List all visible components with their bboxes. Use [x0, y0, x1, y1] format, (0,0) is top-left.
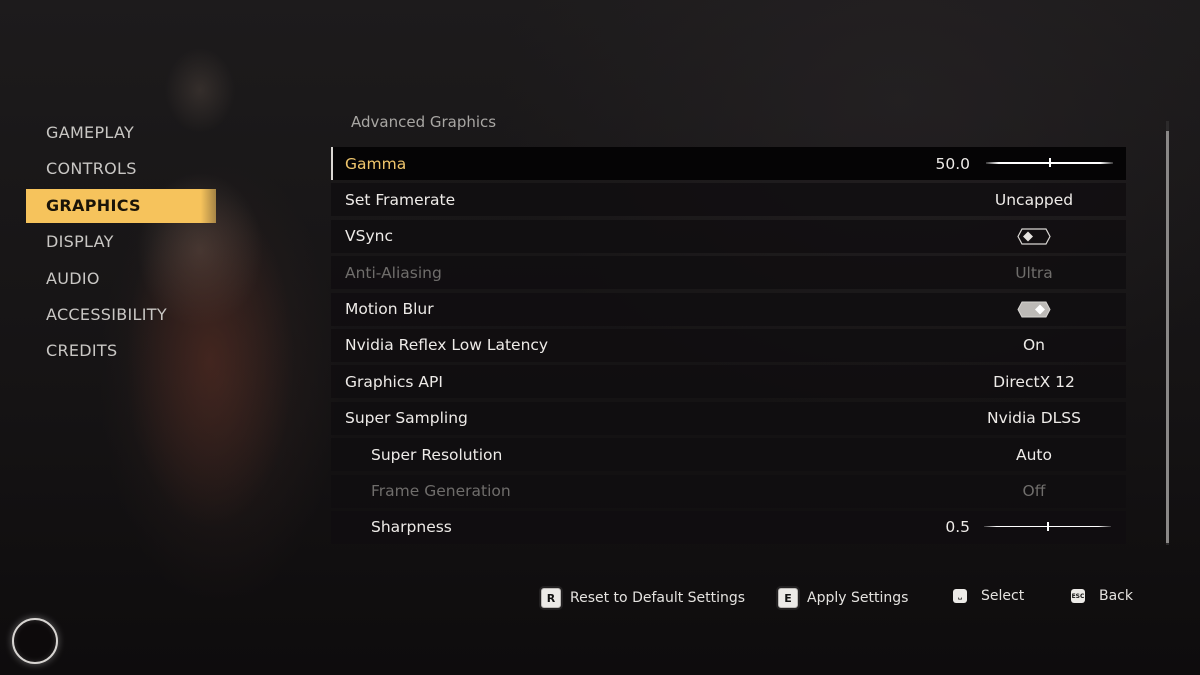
- e-key-icon: E: [778, 588, 798, 608]
- setting-value: Auto: [1016, 445, 1052, 464]
- setting-row-vsync[interactable]: VSync: [331, 219, 1126, 253]
- gamma-value: 50.0: [935, 154, 970, 173]
- hint-label: Apply Settings: [807, 590, 909, 606]
- setting-label: Gamma: [345, 154, 407, 173]
- reset-defaults-button[interactable]: R Reset to Default Settings: [541, 588, 745, 608]
- gamma-slider[interactable]: [986, 157, 1113, 169]
- setting-label: Nvidia Reflex Low Latency: [345, 336, 549, 355]
- setting-label: Sharpness: [371, 518, 452, 537]
- setting-label: Set Framerate: [345, 190, 456, 209]
- settings-category-nav: GAMEPLAY CONTROLS GRAPHICS DISPLAY AUDIO…: [26, 116, 216, 371]
- setting-label: Super Resolution: [371, 445, 503, 464]
- hint-label: Back: [1099, 588, 1133, 604]
- setting-value: Uncapped: [994, 190, 1074, 209]
- setting-value: DirectX 12: [993, 372, 1075, 391]
- motion-blur-toggle-on-icon[interactable]: [1017, 301, 1051, 318]
- hint-label: Select: [981, 588, 1025, 604]
- nav-item-gameplay[interactable]: GAMEPLAY: [26, 116, 216, 150]
- setting-label: Motion Blur: [345, 300, 434, 319]
- setting-label: VSync: [345, 227, 393, 246]
- setting-row-motion-blur[interactable]: Motion Blur: [331, 292, 1126, 326]
- setting-label: Graphics API: [345, 372, 443, 391]
- nav-item-credits[interactable]: CREDITS: [26, 334, 216, 368]
- sharpness-value: 0.5: [945, 518, 970, 537]
- setting-label: Frame Generation: [371, 482, 511, 501]
- button-hints-bar: R Reset to Default Settings E Apply Sett…: [0, 588, 1200, 614]
- setting-label: Anti-Aliasing: [345, 263, 442, 282]
- settings-scrollbar[interactable]: [1166, 121, 1169, 545]
- sharpness-slider[interactable]: [984, 521, 1111, 533]
- slider-thumb[interactable]: [1048, 158, 1051, 167]
- settings-list: Gamma 50.0 Set Framerate Uncapped VSync …: [331, 147, 1126, 547]
- setting-label: Super Sampling: [345, 409, 468, 428]
- setting-row-sharpness[interactable]: Sharpness 0.5: [331, 510, 1126, 544]
- setting-row-nvidia-reflex[interactable]: Nvidia Reflex Low Latency On: [331, 328, 1126, 362]
- loading-ring-icon: [12, 618, 58, 664]
- nav-item-graphics[interactable]: GRAPHICS: [26, 188, 216, 223]
- nav-item-controls[interactable]: CONTROLS: [26, 152, 216, 186]
- esc-key-icon: ESC: [1071, 589, 1085, 603]
- setting-value: Ultra: [1015, 263, 1053, 282]
- apply-settings-button[interactable]: E Apply Settings: [778, 588, 908, 608]
- setting-row-frame-generation: Frame Generation Off: [331, 474, 1126, 508]
- setting-row-super-resolution[interactable]: Super Resolution Auto: [331, 438, 1126, 472]
- setting-value: Off: [1022, 482, 1046, 501]
- vsync-toggle-off-icon[interactable]: [1017, 228, 1051, 245]
- spacebar-key-icon: ␣: [953, 589, 967, 603]
- setting-value: Nvidia DLSS: [987, 409, 1081, 428]
- select-button[interactable]: ␣ Select: [953, 588, 1024, 604]
- setting-row-anti-aliasing: Anti-Aliasing Ultra: [331, 256, 1126, 290]
- setting-row-set-framerate[interactable]: Set Framerate Uncapped: [331, 183, 1126, 217]
- setting-row-graphics-api[interactable]: Graphics API DirectX 12: [331, 365, 1126, 399]
- hint-label: Reset to Default Settings: [570, 590, 746, 606]
- section-title: Advanced Graphics: [351, 113, 497, 131]
- nav-item-display[interactable]: DISPLAY: [26, 225, 216, 259]
- r-key-icon: R: [541, 588, 561, 608]
- scrollbar-thumb[interactable]: [1166, 131, 1169, 543]
- setting-row-super-sampling[interactable]: Super Sampling Nvidia DLSS: [331, 401, 1126, 435]
- setting-row-gamma[interactable]: Gamma 50.0: [331, 147, 1126, 180]
- setting-value: On: [1022, 336, 1046, 355]
- slider-thumb[interactable]: [1046, 521, 1049, 531]
- back-button[interactable]: ESC Back: [1071, 588, 1133, 604]
- nav-item-accessibility[interactable]: ACCESSIBILITY: [26, 298, 216, 332]
- nav-item-audio[interactable]: AUDIO: [26, 262, 216, 296]
